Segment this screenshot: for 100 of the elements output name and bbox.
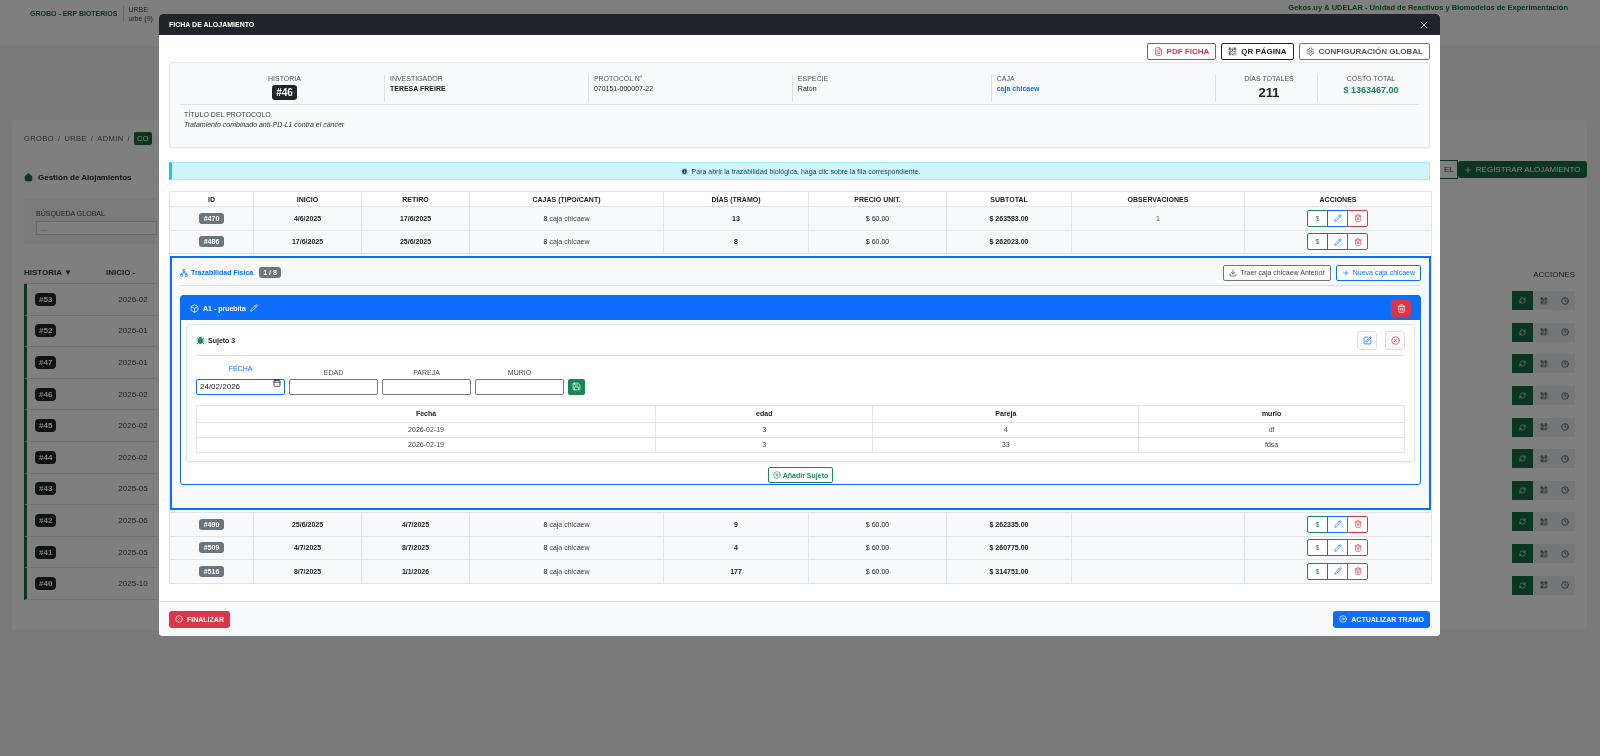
history-badge: #46	[272, 85, 297, 100]
input-field[interactable]	[289, 378, 378, 395]
history-button[interactable]	[1554, 544, 1575, 564]
pencil-icon	[1333, 237, 1342, 246]
qr-icon	[1539, 549, 1548, 558]
summary-value: $ 1363467.00	[1343, 85, 1399, 95]
refresh-button[interactable]	[1512, 291, 1533, 311]
qr-button[interactable]	[1533, 575, 1554, 595]
input-field[interactable]	[382, 378, 471, 395]
trash-icon	[1353, 567, 1362, 576]
qr-button[interactable]	[1533, 354, 1554, 374]
clock-icon	[1560, 328, 1569, 337]
clock-icon	[1560, 360, 1569, 368]
edit-button[interactable]	[1327, 233, 1348, 251]
refresh-button[interactable]	[1512, 544, 1533, 564]
history-button[interactable]	[1554, 512, 1575, 532]
input-field[interactable]	[475, 378, 564, 395]
delete-button[interactable]	[1347, 209, 1368, 227]
edit-button[interactable]	[1327, 209, 1348, 227]
refresh-button[interactable]	[1512, 449, 1533, 469]
qr-icon	[1539, 486, 1548, 495]
clock-icon	[1560, 581, 1569, 590]
close-button[interactable]	[1385, 330, 1405, 350]
pencil-icon	[1333, 543, 1342, 552]
table-cell: 2026-02	[118, 294, 148, 304]
qr-button[interactable]	[1533, 544, 1554, 564]
refresh-button[interactable]	[1512, 417, 1533, 437]
edit-button[interactable]	[1327, 562, 1348, 580]
refresh-icon	[1519, 392, 1526, 400]
delete-button[interactable]	[1347, 539, 1368, 557]
trash-icon	[1353, 237, 1362, 246]
history-button[interactable]	[1554, 449, 1575, 469]
id-badge: #40	[35, 577, 57, 591]
refresh-button[interactable]	[1512, 480, 1533, 500]
history-button[interactable]	[1554, 354, 1575, 374]
pencil-icon	[1333, 214, 1342, 223]
document-icon	[1153, 47, 1163, 56]
refresh-button[interactable]	[1512, 512, 1533, 532]
qr-icon	[1539, 517, 1548, 526]
id-badge: #53	[35, 292, 57, 306]
column-header: ACCIONES	[1533, 269, 1575, 279]
delete-button[interactable]	[1347, 233, 1368, 251]
id-badge: #41	[35, 545, 57, 559]
column-header: HISTORIA ▼	[24, 268, 72, 277]
qr-button[interactable]	[1533, 449, 1554, 469]
qr-button[interactable]	[1533, 386, 1554, 406]
edit-button[interactable]	[1327, 539, 1348, 557]
pdf-button[interactable]: PDF FICHA	[1146, 43, 1217, 60]
refresh-button[interactable]	[1512, 322, 1533, 342]
download-icon	[1229, 268, 1238, 277]
export-button[interactable]: EL	[1440, 160, 1458, 179]
qr-button[interactable]	[1533, 291, 1554, 311]
qr-icon	[1539, 454, 1548, 463]
refresh-icon	[1519, 360, 1526, 368]
qr-icon	[1539, 360, 1548, 368]
delete-button[interactable]	[1347, 562, 1368, 580]
date-field[interactable]: 24/02/2026	[196, 378, 285, 395]
register-button[interactable]: REGISTRAR ALOJAMIENTO	[1457, 161, 1587, 178]
refresh-icon	[1519, 518, 1526, 526]
history-button[interactable]	[1554, 480, 1575, 500]
delete-button[interactable]	[1347, 515, 1368, 533]
close-icon	[1390, 335, 1400, 345]
delete-button[interactable]	[1391, 299, 1411, 317]
table-cell: 2026-02	[118, 389, 148, 399]
history-button[interactable]	[1554, 322, 1575, 342]
info-icon	[680, 167, 688, 175]
qr-button[interactable]	[1533, 512, 1554, 532]
arrow-icon	[1339, 615, 1348, 623]
save-button[interactable]	[568, 378, 585, 395]
table-cell: 2025-10	[118, 579, 148, 589]
refresh-button[interactable]	[1512, 386, 1533, 406]
plus-icon	[772, 471, 781, 479]
settings-button[interactable]: CONFIGURACIÓN GLOBAL	[1298, 43, 1430, 60]
calendar-icon[interactable]	[273, 379, 281, 387]
trash-icon	[1353, 214, 1362, 223]
refresh-icon	[1519, 486, 1526, 494]
page-title: Gestión de Alojamientos	[38, 173, 132, 182]
qr-icon	[1539, 328, 1548, 337]
refresh-button[interactable]	[1512, 354, 1533, 374]
qr-button[interactable]: QR PÁGINA	[1221, 43, 1294, 60]
history-button[interactable]	[1554, 291, 1575, 311]
qr-icon	[1539, 581, 1548, 590]
history-button[interactable]	[1554, 575, 1575, 595]
table-cell: 2025-06	[118, 515, 148, 525]
qr-button[interactable]	[1533, 417, 1554, 437]
clock-icon	[1560, 549, 1569, 558]
summary-value: 211	[1258, 85, 1280, 100]
clock-icon	[1560, 454, 1569, 463]
history-button[interactable]	[1554, 386, 1575, 406]
history-button[interactable]	[1554, 417, 1575, 437]
id-badge: #42	[35, 513, 57, 527]
plus-icon	[1463, 165, 1472, 174]
check-icon	[175, 615, 183, 623]
refresh-icon	[1519, 297, 1526, 305]
qr-button[interactable]	[1533, 322, 1554, 342]
refresh-button[interactable]	[1512, 575, 1533, 595]
edit-button[interactable]	[1327, 515, 1348, 533]
qr-button[interactable]	[1533, 480, 1554, 500]
clock-icon	[1560, 486, 1569, 495]
table-cell: 2025-05	[118, 484, 148, 494]
